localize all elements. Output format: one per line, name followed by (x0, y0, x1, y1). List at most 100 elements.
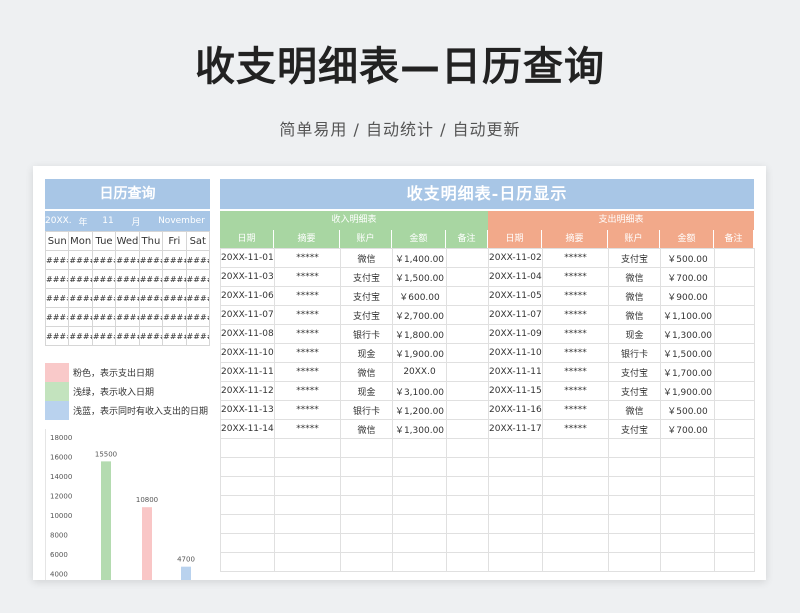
cell-note[interactable] (714, 267, 755, 287)
calendar-day-cell[interactable]: #### (138, 326, 164, 346)
calendar-day-cell[interactable]: #### (138, 288, 164, 308)
calendar-day-cell[interactable]: #### (115, 250, 140, 270)
cell-account[interactable] (340, 514, 393, 534)
cell-amount[interactable] (660, 495, 715, 515)
cell-amount[interactable] (660, 457, 715, 477)
calendar-day-cell[interactable]: #### (115, 326, 140, 346)
cell-date[interactable] (220, 438, 275, 458)
month-value[interactable]: 11 (97, 216, 119, 226)
cell-memo[interactable]: ***** (542, 267, 609, 287)
cell-amount[interactable]: ￥1,800.00 (392, 324, 447, 344)
cell-note[interactable] (446, 343, 489, 363)
cell-account[interactable] (608, 533, 661, 553)
cell-memo[interactable]: ***** (542, 305, 609, 325)
calendar-day-cell[interactable]: #### (44, 269, 70, 289)
calendar-day-cell[interactable]: #### (44, 307, 70, 327)
cell-memo[interactable]: ***** (274, 362, 341, 382)
cell-amount[interactable] (392, 533, 447, 553)
cell-account[interactable] (608, 457, 661, 477)
cell-date[interactable] (488, 438, 543, 458)
calendar-day-cell[interactable]: #### (185, 269, 211, 289)
calendar-day-cell[interactable]: #### (185, 288, 211, 308)
cell-amount[interactable]: ￥3,100.00 (392, 381, 447, 401)
cell-note[interactable] (446, 476, 489, 496)
cell-memo[interactable] (274, 476, 341, 496)
cell-account[interactable]: 微信 (608, 305, 661, 325)
cell-note[interactable] (714, 533, 755, 553)
cell-note[interactable] (714, 248, 755, 268)
cell-memo[interactable]: ***** (542, 419, 609, 439)
calendar-day-cell[interactable]: #### (91, 288, 117, 308)
cell-memo[interactable] (542, 476, 609, 496)
cell-note[interactable] (446, 400, 489, 420)
cell-account[interactable]: 银行卡 (340, 324, 393, 344)
cell-note[interactable] (714, 476, 755, 496)
cell-account[interactable] (340, 533, 393, 553)
cell-amount[interactable] (392, 457, 447, 477)
cell-date[interactable] (220, 476, 275, 496)
cell-amount[interactable] (392, 514, 447, 534)
cell-date[interactable]: 20XX-11-13 00:00 (220, 400, 275, 420)
year-value[interactable]: 20XX. (45, 216, 72, 226)
cell-account[interactable]: 微信 (340, 248, 393, 268)
cell-note[interactable] (446, 267, 489, 287)
cell-note[interactable] (714, 419, 755, 439)
cell-date[interactable]: 20XX-11-11 00:00 (220, 362, 275, 382)
cell-date[interactable] (488, 514, 543, 534)
cell-account[interactable]: 银行卡 (608, 343, 661, 363)
calendar-day-cell[interactable]: #### (44, 250, 70, 270)
cell-date[interactable] (220, 552, 275, 572)
cell-account[interactable] (340, 476, 393, 496)
cell-memo[interactable] (274, 514, 341, 534)
calendar-day-cell[interactable]: #### (115, 288, 140, 308)
cell-date[interactable]: 20XX-11-15 00:00 (488, 381, 543, 401)
cell-amount[interactable]: ￥1,400.00 (392, 248, 447, 268)
calendar-day-cell[interactable]: #### (185, 250, 211, 270)
cell-date[interactable]: 20XX-11-02 00:00 (488, 248, 543, 268)
cell-note[interactable] (446, 533, 489, 553)
cell-memo[interactable]: ***** (274, 343, 341, 363)
cell-account[interactable] (608, 495, 661, 515)
cell-note[interactable] (446, 305, 489, 325)
cell-amount[interactable] (660, 514, 715, 534)
cell-memo[interactable]: ***** (542, 343, 609, 363)
cell-date[interactable]: 20XX-11-17 00:00 (488, 419, 543, 439)
cell-memo[interactable] (542, 533, 609, 553)
cell-memo[interactable]: ***** (274, 267, 341, 287)
cell-date[interactable] (488, 457, 543, 477)
cell-account[interactable]: 现金 (340, 343, 393, 363)
cell-account[interactable]: 支付宝 (608, 248, 661, 268)
cell-memo[interactable] (274, 495, 341, 515)
cell-amount[interactable]: ￥1,300.00 (660, 324, 715, 344)
cell-account[interactable]: 支付宝 (340, 305, 393, 325)
cell-date[interactable]: 20XX-11-08 00:00 (220, 324, 275, 344)
cell-date[interactable] (220, 495, 275, 515)
cell-note[interactable] (446, 552, 489, 572)
cell-date[interactable]: 20XX-11-12 00:00 (220, 381, 275, 401)
cell-note[interactable] (446, 438, 489, 458)
cell-memo[interactable]: ***** (274, 400, 341, 420)
cell-amount[interactable] (660, 552, 715, 572)
cell-account[interactable]: 微信 (608, 400, 661, 420)
cell-date[interactable] (488, 552, 543, 572)
cell-memo[interactable]: ***** (542, 248, 609, 268)
calendar-day-cell[interactable]: #### (44, 326, 70, 346)
cell-amount[interactable]: ￥1,500.00 (660, 343, 715, 363)
cell-date[interactable]: 20XX-11-10 00:00 (488, 343, 543, 363)
cell-note[interactable] (714, 324, 755, 344)
cell-memo[interactable]: ***** (274, 381, 341, 401)
cell-note[interactable] (714, 457, 755, 477)
calendar-day-cell[interactable]: #### (185, 326, 211, 346)
calendar-day-cell[interactable]: #### (68, 269, 93, 289)
calendar-day-cell[interactable]: #### (44, 288, 70, 308)
cell-account[interactable]: 微信 (608, 267, 661, 287)
cell-memo[interactable]: ***** (542, 324, 609, 344)
cell-account[interactable]: 微信 (340, 419, 393, 439)
cell-amount[interactable]: ￥1,200.00 (392, 400, 447, 420)
cell-note[interactable] (446, 381, 489, 401)
cell-date[interactable]: 20XX-11-06 00:00 (220, 286, 275, 306)
calendar-day-cell[interactable]: #### (138, 269, 164, 289)
cell-account[interactable] (340, 495, 393, 515)
calendar-day-cell[interactable]: #### (68, 250, 93, 270)
cell-memo[interactable]: ***** (274, 286, 341, 306)
